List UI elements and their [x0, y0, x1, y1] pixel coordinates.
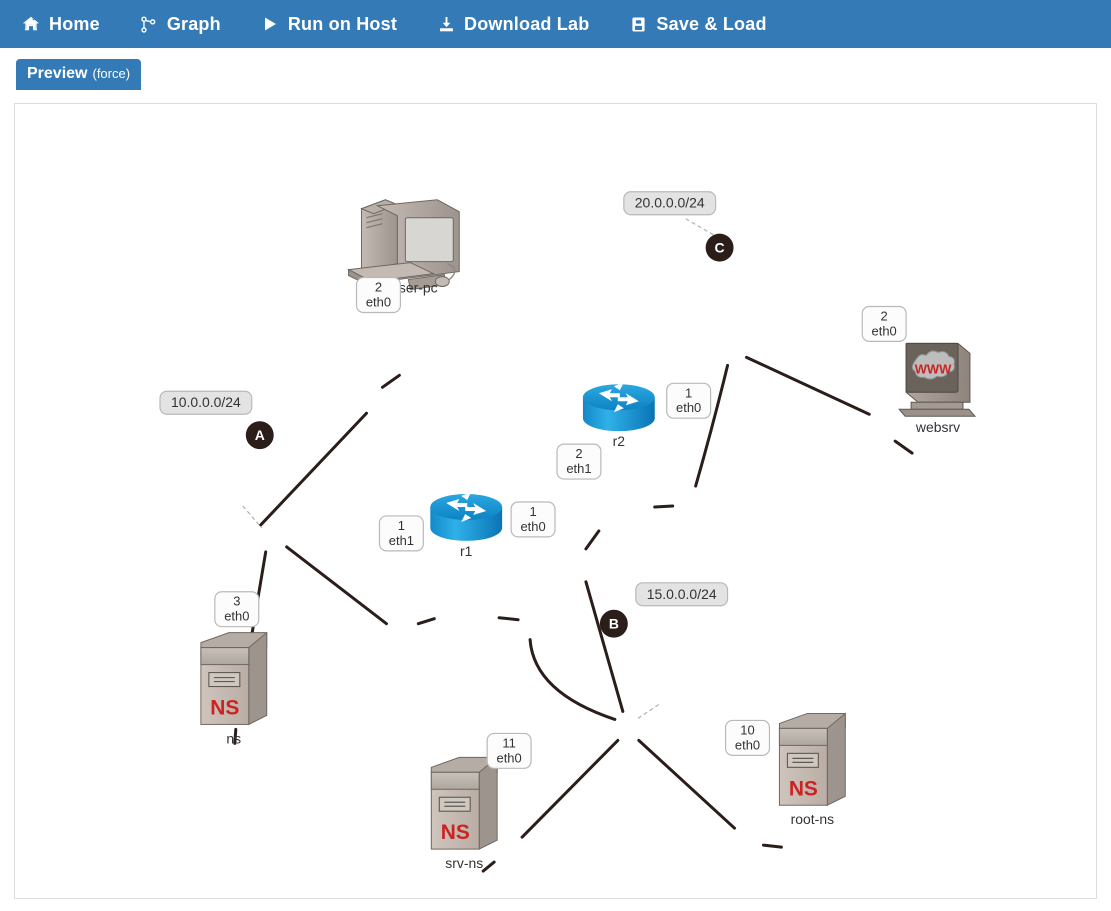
iface-num: 1 — [398, 518, 405, 533]
iface-badge-user-pc-eth0[interactable]: 2 eth0 — [355, 276, 401, 314]
subnet-badge-10[interactable]: 10.0.0.0/24 — [159, 390, 253, 415]
subnet-badge-label: 20.0.0.0/24 — [635, 195, 705, 211]
nav-item-run-on-host[interactable]: Run on Host — [261, 8, 415, 41]
iface-badge-r2-eth0[interactable]: 1 eth0 — [666, 382, 712, 419]
subnet-badge-label: 15.0.0.0/24 — [647, 586, 717, 602]
host-node-root-ns[interactable]: NS root-ns — [778, 712, 846, 827]
save-icon — [629, 15, 647, 33]
link-srv-ns-badge-to-host — [481, 860, 496, 873]
iface-badge-r1-eth0[interactable]: 1 eth0 — [510, 501, 556, 538]
subnet-badge-label: 10.0.0.0/24 — [171, 394, 241, 410]
www-badge-text: WWW — [915, 361, 952, 376]
link-B-to-root-ns-badge — [637, 738, 737, 830]
host-label: ns — [226, 730, 241, 746]
iface-num: 2 — [575, 446, 582, 461]
host-node-srv-ns[interactable]: NS srv-ns — [430, 756, 498, 871]
host-node-ns[interactable]: NS ns — [200, 631, 268, 747]
nav-item-download-lab[interactable]: Download Lab — [437, 8, 607, 41]
host-label: r2 — [613, 433, 626, 449]
link-websrv-badge-to-host — [893, 439, 914, 455]
nav-item-label: Save & Load — [656, 13, 767, 34]
tab-preview[interactable]: Preview (force) — [16, 59, 142, 90]
link-A-to-r1-badge — [285, 545, 388, 626]
link-user-pc-badge — [380, 373, 401, 389]
host-label: root-ns — [791, 811, 834, 827]
iface-name: eth0 — [735, 737, 760, 752]
iface-name: eth0 — [224, 609, 249, 624]
switch-label: A — [255, 427, 265, 443]
link-r2-to-eth0-badge — [653, 504, 675, 509]
switch-node-A[interactable]: A — [245, 421, 274, 450]
iface-badge-r2-eth1[interactable]: 2 eth1 — [556, 443, 602, 480]
topology-graph[interactable]: A B C 10.0.0.0/24 15.0.0.0/24 20.0.0.0/2… — [15, 104, 1096, 898]
nav-item-graph[interactable]: Graph — [140, 8, 239, 41]
switch-node-B[interactable]: B — [599, 609, 628, 638]
host-label: srv-ns — [445, 855, 483, 871]
nav-item-home[interactable]: Home — [22, 8, 118, 41]
link-user-pc-to-A — [259, 411, 368, 527]
host-node-r1[interactable]: r1 — [430, 492, 503, 559]
iface-name: eth0 — [520, 519, 545, 534]
iface-name: eth1 — [566, 461, 591, 476]
subnet-badge-20[interactable]: 20.0.0.0/24 — [623, 191, 717, 216]
switch-label: C — [715, 240, 725, 256]
link-root-ns-badge-to-host — [761, 843, 783, 849]
nav-item-save-and-load[interactable]: Save & Load — [629, 8, 784, 41]
iface-badge-root-ns-eth0[interactable]: 10 eth0 — [724, 719, 771, 756]
host-node-r2[interactable]: r2 — [582, 382, 655, 449]
iface-badge-r1-eth1[interactable]: 1 eth1 — [378, 515, 424, 552]
iface-num: 1 — [529, 504, 536, 519]
subnet-dash-A — [242, 505, 263, 529]
host-label: websrv — [915, 419, 960, 435]
switch-node-C[interactable]: C — [705, 233, 734, 262]
nav-item-label: Run on Host — [287, 13, 398, 34]
ns-badge-text: NS — [210, 696, 239, 719]
graph-icon — [140, 15, 158, 33]
subnet-dash-B — [637, 703, 660, 719]
iface-name: eth0 — [872, 323, 897, 338]
iface-num: 2 — [375, 280, 382, 295]
link-C-to-websrv-badge — [745, 355, 871, 416]
iface-badge-srv-ns-eth0[interactable]: 11 eth0 — [486, 732, 532, 769]
iface-num: 3 — [233, 594, 240, 609]
ns-badge-text: NS — [441, 821, 470, 844]
link-r1-to-B — [528, 638, 617, 721]
link-r2-to-B — [584, 580, 625, 713]
main-navbar: Home Graph Run on Host Download Lab Save… — [0, 0, 1111, 48]
subnet-badge-15[interactable]: 15.0.0.0/24 — [635, 582, 729, 607]
iface-name: eth0 — [676, 400, 701, 415]
iface-num: 11 — [502, 735, 515, 750]
iface-name: eth0 — [366, 294, 391, 309]
nav-item-label: Home — [49, 13, 100, 34]
link-r2-to-eth1-badge — [584, 529, 601, 551]
iface-num: 10 — [740, 722, 754, 737]
iface-name: eth1 — [389, 533, 414, 548]
tab-preview-title: Preview — [27, 65, 88, 82]
home-icon — [22, 15, 40, 33]
link-r1-badge-to-r1 — [416, 617, 436, 626]
iface-num: 1 — [685, 385, 692, 400]
nav-item-label: Download Lab — [464, 13, 590, 34]
iface-num: 2 — [881, 308, 888, 323]
link-r1-to-eth0-badge — [497, 616, 520, 622]
nav-item-label: Graph — [166, 13, 221, 34]
link-B-to-srv-ns-badge — [520, 738, 620, 839]
host-label: r1 — [460, 543, 473, 559]
ns-badge-text: NS — [789, 777, 818, 800]
iface-name: eth0 — [497, 750, 522, 765]
tab-strip: Preview (force) — [0, 48, 1111, 90]
host-node-websrv[interactable]: WWW websrv — [898, 342, 977, 435]
iface-badge-ns-eth0[interactable]: 3 eth0 — [214, 591, 260, 628]
tab-preview-subtitle: (force) — [92, 66, 131, 81]
play-icon — [261, 15, 279, 33]
download-icon — [437, 15, 455, 33]
iface-badge-websrv-eth0[interactable]: 2 eth0 — [861, 305, 907, 343]
topology-canvas-panel[interactable]: A B C 10.0.0.0/24 15.0.0.0/24 20.0.0.0/2… — [14, 103, 1097, 899]
switch-label: B — [609, 616, 619, 632]
